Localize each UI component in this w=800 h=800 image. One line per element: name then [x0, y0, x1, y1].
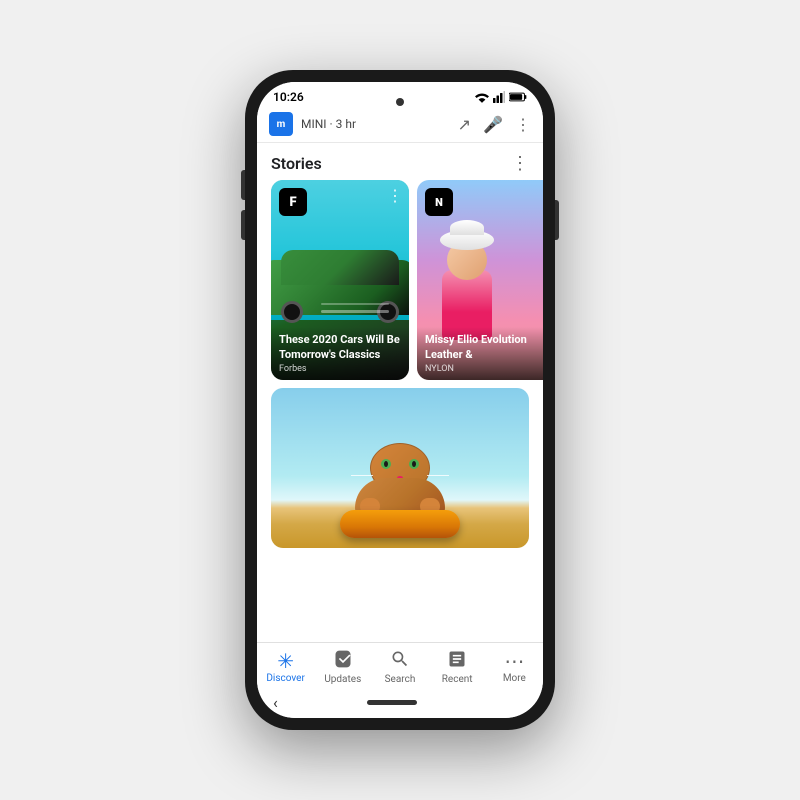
stories-more-button[interactable]: ⋮: [511, 153, 529, 174]
app-icon: m: [269, 112, 293, 136]
forbes-badge: F: [279, 188, 307, 216]
nav-label-discover: Discover: [266, 673, 305, 684]
battery-icon: [509, 91, 527, 103]
notification-actions[interactable]: ↗ 🎤 ⋮: [458, 115, 531, 134]
signal-icon: [493, 91, 505, 103]
share-icon[interactable]: ↗: [458, 115, 471, 134]
story-caption-forbes: These 2020 Cars Will Be Tomorrow's Class…: [271, 327, 409, 380]
recent-icon: [447, 649, 467, 672]
nav-item-more[interactable]: ⋯ More: [489, 651, 539, 684]
story-headline-forbes: These 2020 Cars Will Be Tomorrow's Class…: [279, 333, 401, 362]
camera: [396, 98, 404, 106]
bottom-nav: ✳ Discover Updates Search: [257, 642, 543, 689]
home-pill[interactable]: [367, 700, 417, 705]
mic-icon[interactable]: 🎤: [483, 115, 503, 134]
discover-icon: ✳: [277, 651, 294, 671]
nav-label-recent: Recent: [442, 674, 473, 685]
cat-article-card[interactable]: [271, 388, 529, 548]
back-button[interactable]: ‹: [273, 693, 278, 712]
home-indicator-bar: ‹: [257, 689, 543, 718]
story-source-forbes: Forbes: [279, 364, 401, 374]
search-icon: [390, 649, 410, 672]
story-source-nylon: NYLON: [425, 364, 543, 374]
stories-header: Stories ⋮: [257, 143, 543, 180]
main-content: Stories ⋮: [257, 143, 543, 642]
nav-item-updates[interactable]: Updates: [318, 649, 368, 685]
volume-up-button: [241, 170, 245, 200]
status-icons: [475, 91, 527, 103]
nav-item-discover[interactable]: ✳ Discover: [261, 651, 311, 684]
phone-screen: 10:26: [257, 82, 543, 718]
nav-label-search: Search: [385, 674, 416, 685]
volume-down-button: [241, 210, 245, 240]
phone-frame: 10:26: [245, 70, 555, 730]
more-options-icon[interactable]: ⋮: [515, 115, 531, 134]
story-caption-nylon: Missy Ellio Evolution Leather & NYLON: [417, 327, 543, 380]
nylon-badge: N: [425, 188, 453, 216]
nav-item-search[interactable]: Search: [375, 649, 425, 685]
notification-bar: m MINI · 3 hr ↗ 🎤 ⋮: [257, 108, 543, 143]
story-card-forbes[interactable]: F ⋮ These 2020 Cars Will Be Tomorrow's C…: [271, 180, 409, 380]
forbes-badge-letter: F: [289, 195, 296, 210]
more-icon: ⋯: [504, 651, 524, 671]
status-time: 10:26: [273, 90, 304, 104]
story-more-button[interactable]: ⋮: [387, 186, 403, 205]
nav-item-recent[interactable]: Recent: [432, 649, 482, 685]
stories-title: Stories: [271, 154, 322, 173]
nav-label-more: More: [503, 673, 526, 684]
updates-icon: [333, 649, 353, 672]
power-button: [555, 200, 559, 240]
story-cards-row: F ⋮ These 2020 Cars Will Be Tomorrow's C…: [257, 180, 543, 388]
story-card-nylon[interactable]: N Missy Ellio Evolution Leather & NYLON: [417, 180, 543, 380]
notification-text: MINI · 3 hr: [301, 117, 450, 131]
story-headline-nylon: Missy Ellio Evolution Leather &: [425, 333, 543, 362]
nav-label-updates: Updates: [324, 674, 361, 685]
nylon-badge-letter: N: [435, 196, 443, 209]
app-icon-letter: m: [277, 119, 286, 130]
wifi-icon: [475, 91, 489, 103]
